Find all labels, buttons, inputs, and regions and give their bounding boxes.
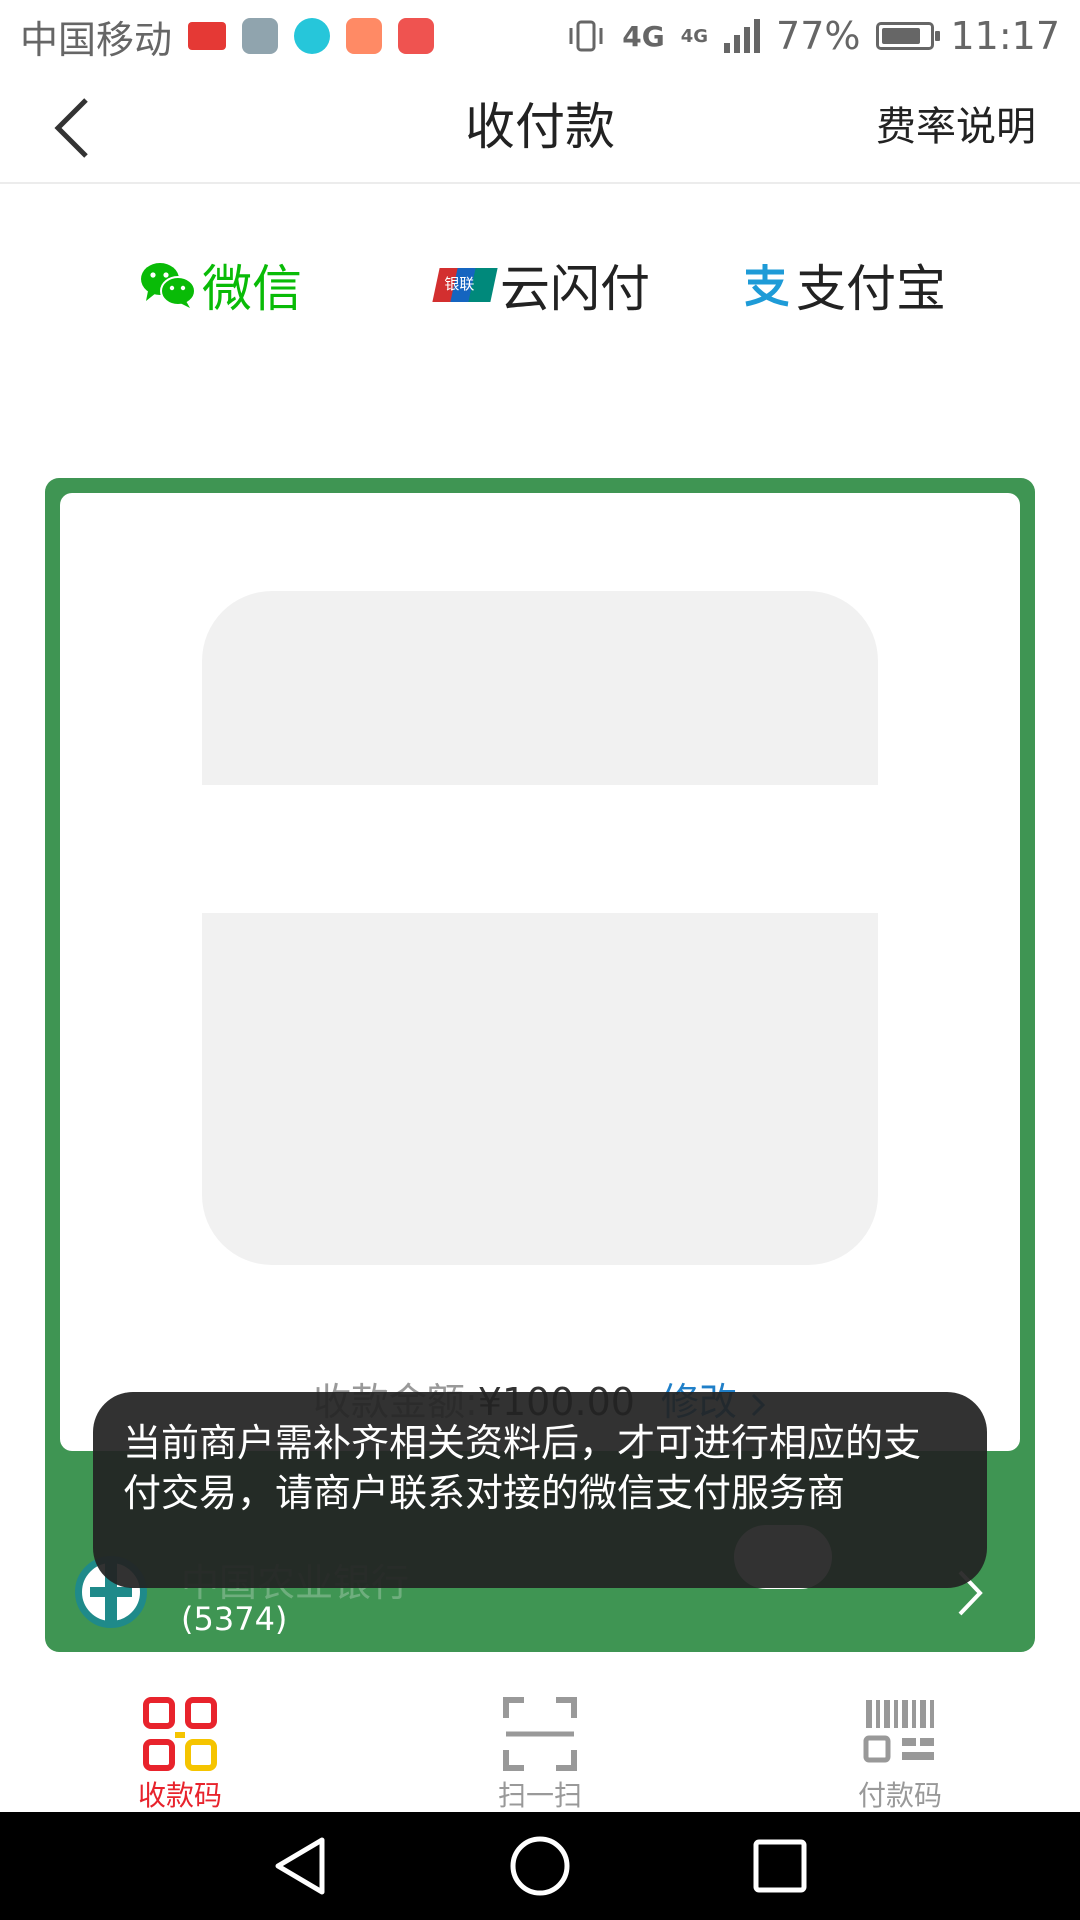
back-triangle-icon[interactable] xyxy=(266,1832,334,1900)
tab-payment-code-label: 付款码 xyxy=(857,1779,942,1812)
tab-collect-code[interactable]: 收款码 xyxy=(80,1652,280,1812)
cloud-icon xyxy=(398,18,435,54)
tab-alipay[interactable]: 支付宝 xyxy=(740,240,946,330)
toutiao-icon xyxy=(188,22,227,50)
barcode-icon xyxy=(863,1700,934,1763)
tab-payment-code[interactable]: 付款码 xyxy=(800,1652,1000,1812)
tab-unionpay-label: 云闪付 xyxy=(500,260,650,318)
qr-code-panel: 收款金额:¥100.00修改 xyxy=(60,493,1020,1589)
gallery-icon xyxy=(242,18,279,54)
status-bar: 中国移动 4G 4G 77% 11:17 xyxy=(0,0,1080,72)
alipay-icon xyxy=(745,264,789,307)
carrier-label: 中国移动 xyxy=(20,17,173,62)
recent-apps-icon[interactable] xyxy=(746,1832,814,1900)
battery-icon xyxy=(876,22,941,50)
wechat-icon xyxy=(141,263,196,308)
system-navigation-bar xyxy=(0,1812,1080,1920)
unionpay-icon: 银联 xyxy=(432,268,498,302)
qr-code-placeholder-bottom xyxy=(202,913,878,1589)
tab-wechat[interactable]: 微信 xyxy=(140,240,302,330)
tab-collect-code-label: 收款码 xyxy=(137,1779,222,1812)
battery-percent: 77% xyxy=(776,14,861,58)
bottom-tab-bar: 收款码 扫一扫 付款码 xyxy=(0,1652,1080,1812)
tab-scan-label: 扫一扫 xyxy=(497,1779,582,1812)
chevron-left-icon xyxy=(54,98,88,158)
camera-icon xyxy=(294,18,331,54)
nav-bar: 收付款 费率说明 xyxy=(0,72,1080,184)
payment-method-tabs: 微信 银联 云闪付 支付宝 xyxy=(0,240,1080,330)
toast-message: 当前商户需补齐相关资料后，才可进行相应的支付交易，请商户联系对接的微信支付服务商 xyxy=(93,1392,987,1588)
home-circle-icon[interactable] xyxy=(506,1832,574,1900)
rate-description-link[interactable]: 费率说明 xyxy=(876,72,1036,182)
back-button[interactable] xyxy=(36,92,108,164)
qr-code-icon xyxy=(143,1697,217,1771)
unionpay-logo-text: 银联 xyxy=(444,275,475,293)
tab-alipay-label: 支付宝 xyxy=(796,260,946,318)
bank-card-tail: (5374) xyxy=(181,1600,288,1638)
qr-code-placeholder-top xyxy=(202,591,878,785)
tab-wechat-label: 微信 xyxy=(202,260,302,318)
clock: 11:17 xyxy=(950,14,1060,58)
status-right: 4G 4G 77% 11:17 xyxy=(566,14,1060,58)
app-icon xyxy=(346,18,383,54)
tab-unionpay[interactable]: 银联 云闪付 xyxy=(432,240,650,330)
network-label: 4G xyxy=(622,19,665,53)
vibrate-icon xyxy=(569,20,603,52)
status-left: 中国移动 xyxy=(20,9,435,64)
network-label-2: 4G xyxy=(680,25,709,47)
tab-scan[interactable]: 扫一扫 xyxy=(440,1652,640,1812)
scan-icon xyxy=(503,1697,577,1771)
signal-icon xyxy=(724,19,761,53)
